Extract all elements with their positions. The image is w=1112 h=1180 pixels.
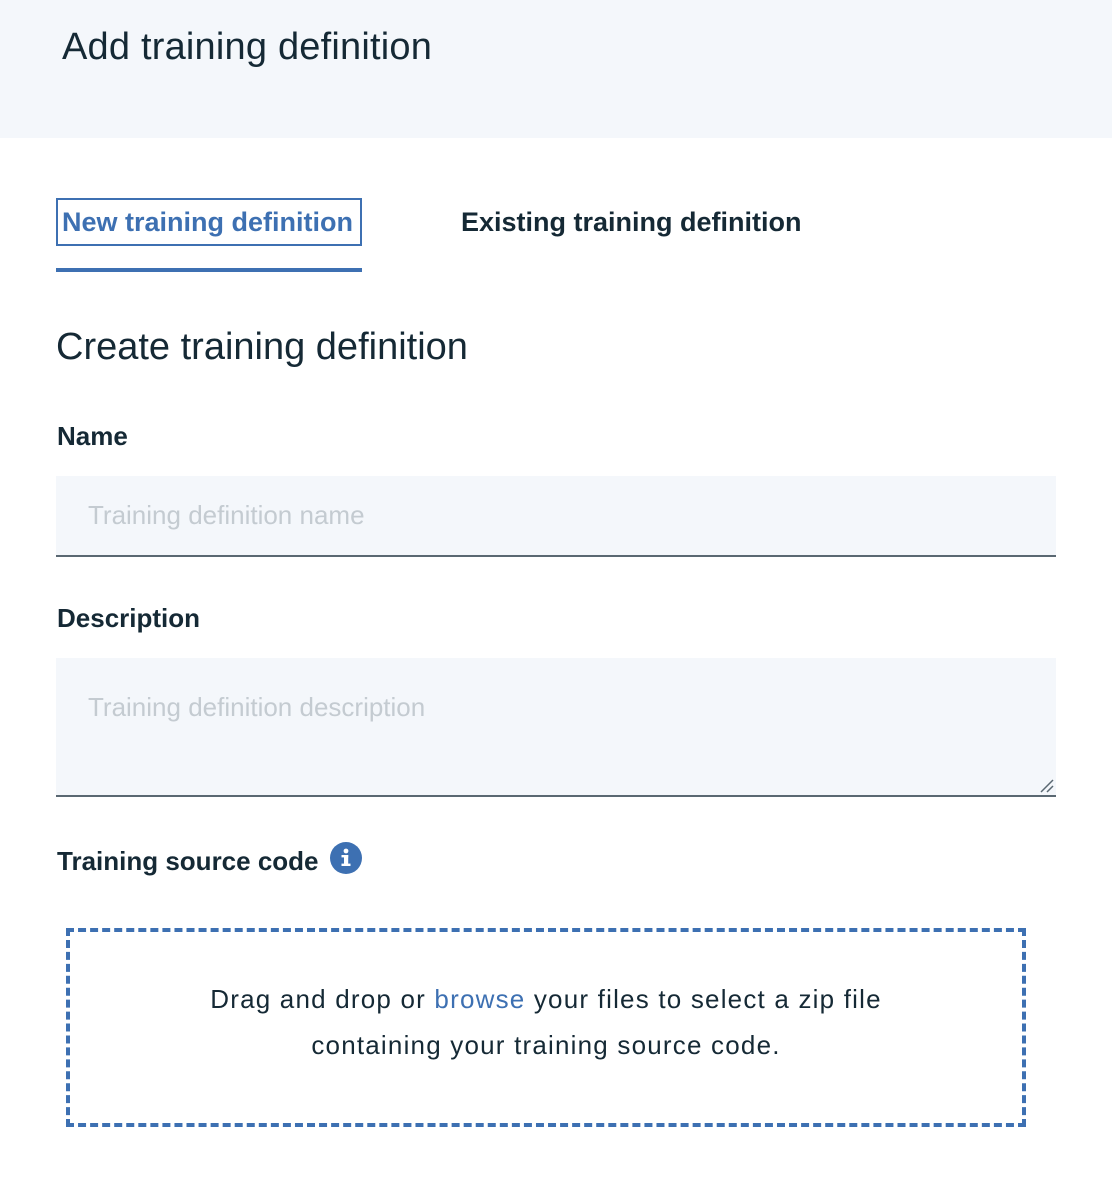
tab-existing-training-definition[interactable]: Existing training definition [461,198,802,246]
name-label: Name [57,421,128,451]
selected-tab-indicator [56,268,362,272]
description-textarea[interactable] [56,658,1056,797]
tab-new-training-definition[interactable]: New training definition [56,198,362,246]
dropzone-text-line2: containing your training source code. [311,1030,781,1060]
dropzone-instructions: Drag and drop or browse your files to se… [70,976,1022,1068]
modal-header: Add training definition [0,0,1112,138]
file-dropzone[interactable]: Drag and drop or browse your files to se… [66,928,1026,1127]
tab-list: New training definition Existing trainin… [56,198,1056,278]
browse-link[interactable]: browse [434,984,525,1014]
section-title: Create training definition [56,326,468,368]
resize-handle-icon[interactable] [1038,777,1054,793]
source-code-label: Training source code [57,846,319,876]
description-label: Description [57,603,201,633]
dropzone-text-after: your files to select a zip file [525,984,882,1014]
name-input[interactable] [56,476,1056,557]
info-icon[interactable] [330,842,362,874]
dropzone-text-before: Drag and drop or [210,984,435,1014]
modal-title: Add training definition [62,26,433,68]
